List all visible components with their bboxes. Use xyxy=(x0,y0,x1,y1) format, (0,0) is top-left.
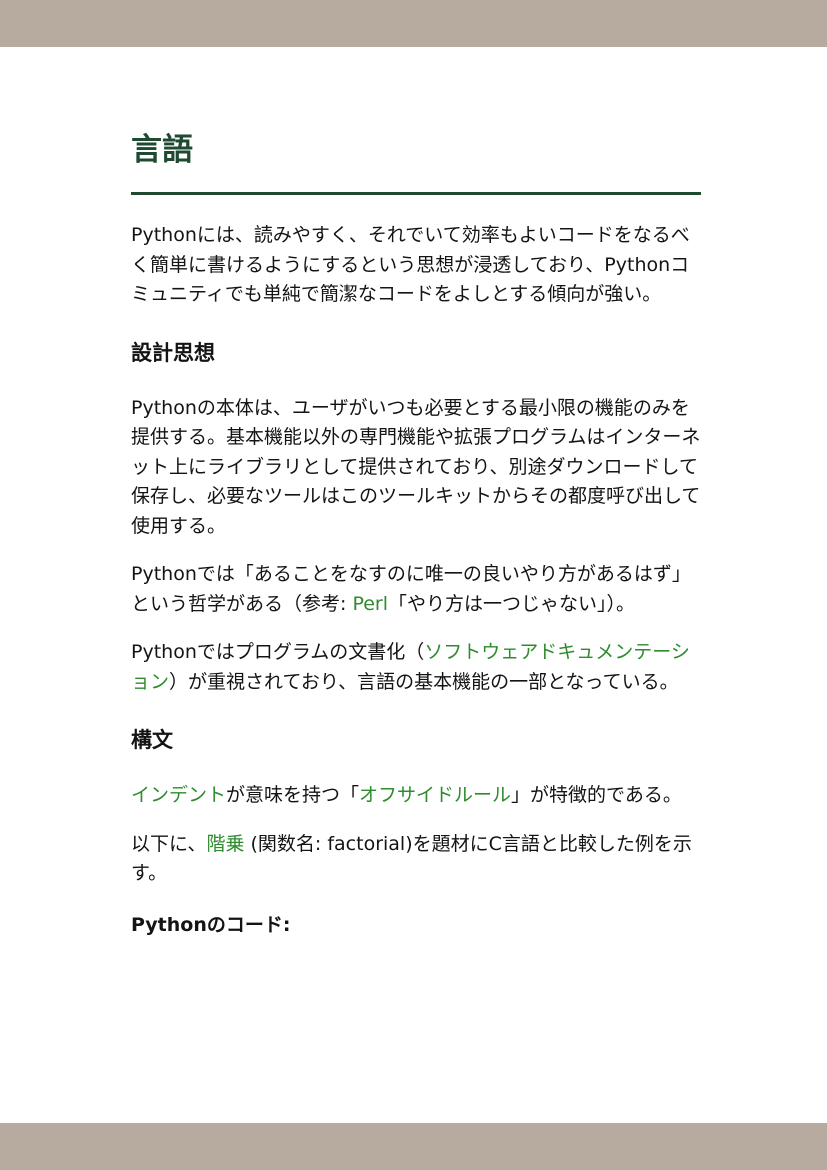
syntax-p1-text-after: 」が特徴的である。 xyxy=(511,784,682,806)
design-paragraph-3: Pythonではプログラムの文書化（ソフトウェアドキュメンテーション）が重視され… xyxy=(131,638,701,697)
footer-band xyxy=(0,1123,827,1170)
syntax-p2-text-before: 以下に、 xyxy=(131,832,207,855)
python-code-label: Pythonのコード: xyxy=(131,913,291,936)
section-heading-syntax: 構文 xyxy=(131,728,173,752)
syntax-paragraph-2: 以下に、階乗 (関数名: factorial)を題材にC言語と比較した例を示す。 xyxy=(131,830,701,889)
design-paragraph-2: Pythonでは「あることをなすのに唯一の良いやり方があるはず」という哲学がある… xyxy=(131,560,701,619)
design-paragraph-1: Pythonの本体は、ユーザがいつも必要とする最小限の機能のみを提供する。基本機… xyxy=(131,396,701,537)
section-heading-design: 設計思想 xyxy=(131,340,215,365)
indent-link[interactable]: インデント xyxy=(131,784,226,806)
factorial-link[interactable]: 階乗 xyxy=(206,833,244,855)
offside-rule-link[interactable]: オフサイドルール xyxy=(359,784,511,806)
syntax-paragraph-1: インデントが意味を持つ「オフサイドルール」が特徴的である。 xyxy=(131,781,701,811)
design-p2-text-after: 「やり方は一つじゃない」）。 xyxy=(388,592,636,615)
page-title: 言語 xyxy=(131,132,193,168)
header-band xyxy=(0,0,827,47)
syntax-p1-text-middle: が意味を持つ「 xyxy=(226,784,360,806)
design-p3-text-before: Pythonではプログラムの文書化（ xyxy=(131,641,425,663)
design-p3-text-after: ）が重視されており、言語の基本機能の一部となっている。 xyxy=(169,670,679,693)
title-divider xyxy=(131,192,701,195)
intro-paragraph: Pythonには、読みやすく、それでいて効率もよいコードをなるべく簡単に書けるよ… xyxy=(131,224,690,305)
perl-link[interactable]: Perl xyxy=(352,593,388,615)
page-content: 言語 Pythonには、読みやすく、それでいて効率もよいコードをなるべく簡単に書… xyxy=(131,128,701,940)
